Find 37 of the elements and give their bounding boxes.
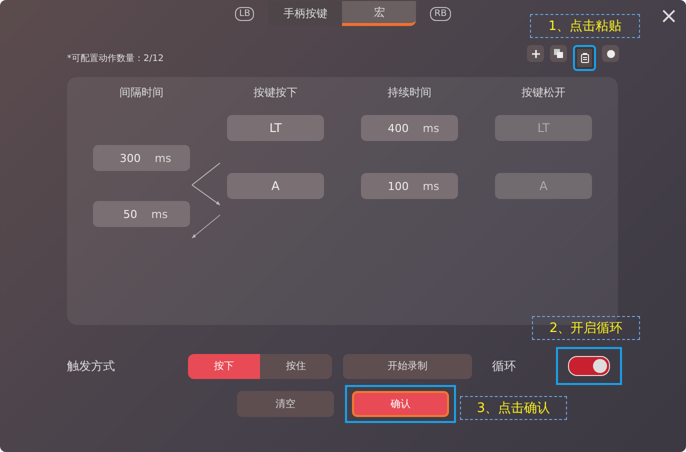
annotation-callout: 3、点击确认 xyxy=(460,396,567,420)
record-button[interactable]: 开始录制 xyxy=(343,354,472,378)
tab[interactable]: 宏 xyxy=(342,1,416,26)
duration-field[interactable]: 100 ms xyxy=(361,173,458,199)
key-field[interactable]: LT xyxy=(495,115,592,141)
annotation-callout: 1、点击粘贴 xyxy=(530,14,640,38)
column-header: 按键松开 xyxy=(522,85,566,101)
close-button[interactable]: × xyxy=(660,6,678,28)
key-field[interactable]: LT xyxy=(227,115,324,141)
copy-icon xyxy=(554,49,563,58)
clear-button[interactable]: 清空 xyxy=(237,391,334,417)
tab[interactable]: 手柄按键 xyxy=(268,1,342,26)
clipboard-icon xyxy=(580,53,588,63)
column-header: 持续时间 xyxy=(388,85,432,101)
interval-field[interactable]: 50 ms xyxy=(93,201,190,227)
paste-button[interactable] xyxy=(573,45,596,71)
column-header: 按键按下 xyxy=(254,85,298,101)
interval-field[interactable]: 300 ms xyxy=(93,145,190,171)
column-header: 间隔时间 xyxy=(120,85,164,101)
loop-label: 循环 xyxy=(492,358,516,374)
action-count: *可配置动作数量：2/12 xyxy=(67,52,164,64)
annotation-callout: 2、开启循环 xyxy=(532,316,640,340)
duration-field[interactable]: 400 ms xyxy=(361,115,458,141)
loop-toggle[interactable] xyxy=(568,356,610,376)
dot-icon xyxy=(606,50,614,58)
copy-button[interactable] xyxy=(550,45,567,62)
key-field[interactable]: A xyxy=(495,173,592,199)
bumper-label[interactable]: RB xyxy=(430,6,451,20)
trigger-option[interactable]: 按住 xyxy=(260,354,332,378)
add-button[interactable] xyxy=(527,45,544,62)
plus-icon xyxy=(532,50,540,58)
trigger-option[interactable]: 按下 xyxy=(188,354,260,378)
trigger-label: 触发方式 xyxy=(67,358,116,374)
record-button[interactable] xyxy=(602,45,619,62)
bumper-label[interactable]: LB xyxy=(235,6,254,20)
key-field[interactable]: A xyxy=(227,173,324,199)
confirm-button[interactable]: 确认 xyxy=(352,391,449,417)
